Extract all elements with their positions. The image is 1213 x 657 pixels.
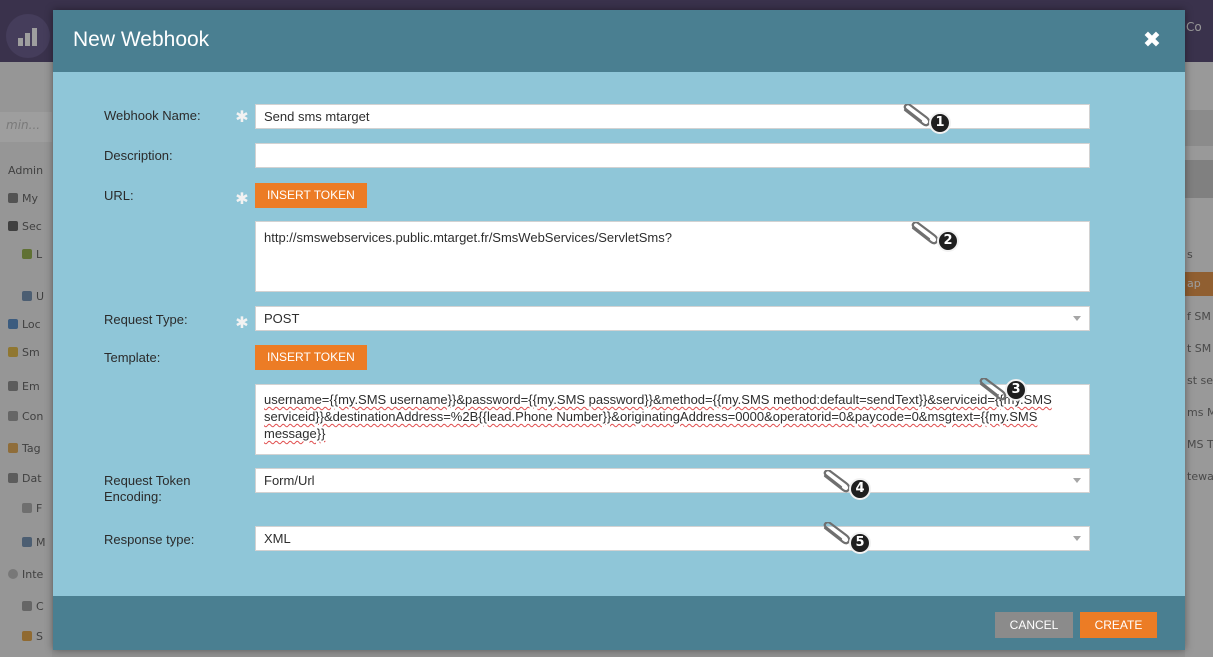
- request-token-encoding-value: Form/Url: [264, 473, 315, 488]
- request-type-value: POST: [264, 311, 300, 326]
- close-icon[interactable]: ✖: [1141, 30, 1163, 52]
- new-webhook-dialog: New Webhook ✖ Webhook Name: ✱ Send sms m…: [53, 10, 1185, 650]
- paperclip-icon: [911, 222, 939, 245]
- required-asterisk-icon: ✱: [235, 313, 249, 332]
- required-asterisk-icon: ✱: [235, 189, 249, 208]
- required-asterisk-icon: ✱: [235, 107, 249, 126]
- annotation-marker-2: 2: [909, 222, 965, 254]
- request-token-encoding-select[interactable]: Form/Url: [255, 468, 1090, 493]
- webhook-name-label: Webhook Name:: [104, 108, 201, 123]
- annotation-number: 2: [937, 230, 959, 252]
- dialog-title: New Webhook: [73, 28, 210, 51]
- description-input[interactable]: [255, 143, 1090, 168]
- description-label: Description:: [104, 148, 173, 163]
- response-type-select[interactable]: XML: [255, 526, 1090, 551]
- annotation-number: 4: [849, 478, 871, 500]
- annotation-marker-3: 3: [977, 378, 1033, 410]
- url-insert-token-button[interactable]: INSERT TOKEN: [255, 183, 367, 208]
- template-textarea[interactable]: username={{my.SMS username}}&password={{…: [255, 384, 1090, 455]
- url-label: URL:: [104, 188, 134, 203]
- annotation-number: 3: [1005, 379, 1027, 401]
- response-type-value: XML: [264, 531, 291, 546]
- chevron-down-icon: [1073, 478, 1081, 483]
- webhook-name-input[interactable]: Send sms mtarget: [255, 104, 1090, 129]
- paperclip-icon: [979, 378, 1007, 401]
- annotation-number: 1: [929, 112, 951, 134]
- template-insert-token-button[interactable]: INSERT TOKEN: [255, 345, 367, 370]
- request-token-encoding-label: Request Token Encoding:: [104, 473, 191, 504]
- dialog-header: New Webhook ✖: [53, 10, 1185, 72]
- paperclip-icon: [903, 104, 931, 127]
- create-button[interactable]: CREATE: [1080, 612, 1157, 638]
- cancel-button[interactable]: CANCEL: [995, 612, 1073, 638]
- template-label: Template:: [104, 350, 161, 365]
- annotation-number: 5: [849, 532, 871, 554]
- annotation-marker-5: 5: [821, 522, 877, 554]
- annotation-marker-4: 4: [821, 470, 877, 502]
- chevron-down-icon: [1073, 536, 1081, 541]
- chevron-down-icon: [1073, 316, 1081, 321]
- template-text: username={{my.SMS username}}&password={{…: [264, 392, 1052, 441]
- response-type-label: Response type:: [104, 532, 195, 547]
- annotation-marker-1: 1: [901, 104, 957, 136]
- paperclip-icon: [823, 470, 851, 493]
- paperclip-icon: [823, 522, 851, 545]
- request-type-label: Request Type:: [104, 312, 188, 327]
- request-type-select[interactable]: POST: [255, 306, 1090, 331]
